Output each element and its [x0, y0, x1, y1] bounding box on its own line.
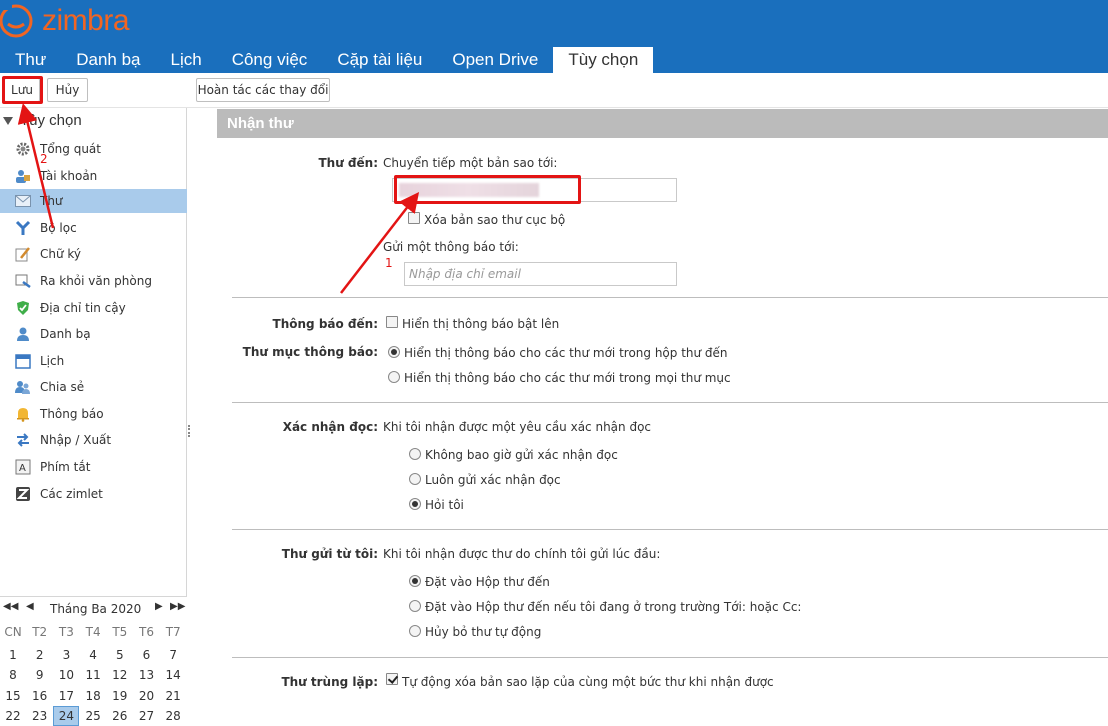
- annotation-arrow-1: [340, 192, 420, 294]
- annotation-arrows: [17, 103, 420, 294]
- annotation-arrow-2: [17, 103, 55, 229]
